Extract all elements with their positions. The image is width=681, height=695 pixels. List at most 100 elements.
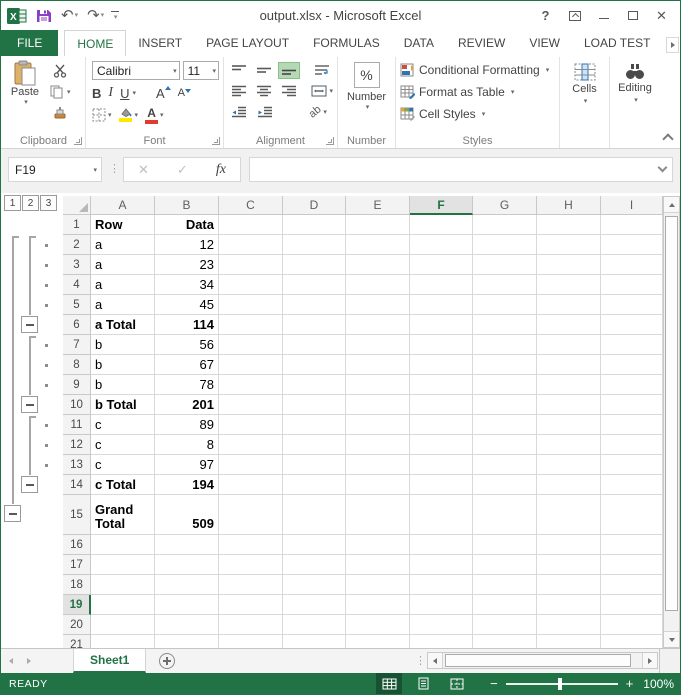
cell-G7[interactable] [473,335,537,355]
cell-F16[interactable] [410,535,473,555]
cell-F8[interactable] [410,355,473,375]
tab-load-test[interactable]: LOAD TEST [572,30,662,56]
cell-H6[interactable] [537,315,601,335]
cell-H2[interactable] [537,235,601,255]
cell-G19[interactable] [473,595,537,615]
scroll-right-button[interactable] [642,653,657,668]
sheet-tab-active[interactable]: Sheet1 [73,649,146,673]
cell-D9[interactable] [283,375,346,395]
cell-B18[interactable] [155,575,219,595]
cell-D16[interactable] [283,535,346,555]
cell-I4[interactable] [601,275,663,295]
alignment-dialog-launcher[interactable] [326,137,334,145]
row-header-13[interactable]: 13 [63,455,91,475]
cell-B7[interactable]: 56 [155,335,219,355]
cell-B9[interactable]: 78 [155,375,219,395]
cell-G2[interactable] [473,235,537,255]
format-painter-button[interactable] [50,104,71,122]
select-all-corner[interactable] [63,196,91,215]
cell-E7[interactable] [346,335,410,355]
cell-H11[interactable] [537,415,601,435]
cell-D21[interactable] [283,635,346,648]
cell-A18[interactable] [91,575,155,595]
ribbon-display-options-button[interactable] [560,1,589,30]
cell-E9[interactable] [346,375,410,395]
cell-G1[interactable] [473,215,537,235]
cell-F9[interactable] [410,375,473,395]
cell-I13[interactable] [601,455,663,475]
cell-G8[interactable] [473,355,537,375]
copy-button[interactable]: ▾ [50,83,71,101]
cell-I16[interactable] [601,535,663,555]
cell-I17[interactable] [601,555,663,575]
borders-button[interactable]: ▾ [92,108,112,122]
shrink-font-button[interactable]: A [178,87,191,99]
cell-C14[interactable] [219,475,283,495]
cell-I21[interactable] [601,635,663,648]
cell-G4[interactable] [473,275,537,295]
cell-H19[interactable] [537,595,601,615]
cell-F2[interactable] [410,235,473,255]
collapse-group-button-row-14[interactable] [21,476,38,493]
row-header-6[interactable]: 6 [63,315,91,335]
column-header-I[interactable]: I [601,196,663,215]
cell-H15[interactable] [537,495,601,535]
cell-A5[interactable]: a [91,295,155,315]
zoom-slider[interactable] [506,683,618,685]
merge-center-button[interactable]: ▾ [311,83,333,100]
row-header-14[interactable]: 14 [63,475,91,495]
cell-A2[interactable]: a [91,235,155,255]
cell-I19[interactable] [601,595,663,615]
cell-C11[interactable] [219,415,283,435]
editing-dropdown-icon[interactable]: ▾ [634,96,638,104]
cell-A7[interactable]: b [91,335,155,355]
cell-H1[interactable] [537,215,601,235]
wrap-text-button[interactable] [312,62,333,79]
cell-E6[interactable] [346,315,410,335]
cell-D15[interactable] [283,495,346,535]
cell-D2[interactable] [283,235,346,255]
underline-button[interactable]: U [120,86,129,101]
cell-B2[interactable]: 12 [155,235,219,255]
editing-button[interactable] [625,63,645,80]
cell-D19[interactable] [283,595,346,615]
cell-E21[interactable] [346,635,410,648]
prev-sheet-button[interactable] [9,658,13,664]
formula-input[interactable] [249,157,673,182]
cell-A14[interactable]: c Total [91,475,155,495]
cell-H12[interactable] [537,435,601,455]
cell-I6[interactable] [601,315,663,335]
cell-B16[interactable] [155,535,219,555]
collapse-group-button-row-10[interactable] [21,396,38,413]
cell-H8[interactable] [537,355,601,375]
cell-A17[interactable] [91,555,155,575]
cell-F15[interactable] [410,495,473,535]
vertical-scroll-thumb[interactable] [665,216,678,611]
next-sheet-button[interactable] [27,658,31,664]
row-header-19[interactable]: 19 [63,595,91,615]
paste-button[interactable]: Paste ▾ [6,60,44,133]
cell-H18[interactable] [537,575,601,595]
number-format-button[interactable]: % [354,62,380,88]
cell-E11[interactable] [346,415,410,435]
cell-B19[interactable] [155,595,219,615]
vertical-scrollbar[interactable] [663,196,680,648]
cell-F20[interactable] [410,615,473,635]
cell-H14[interactable] [537,475,601,495]
underline-dropdown-icon[interactable]: ▾ [132,89,136,97]
cell-E8[interactable] [346,355,410,375]
name-box[interactable]: F19 ▾ [8,157,102,182]
cell-A13[interactable]: c [91,455,155,475]
format-as-table-button[interactable]: Format as Table ▾ [400,83,555,101]
cell-B1[interactable]: Data [155,215,219,235]
tab-bar-separator[interactable]: ⋮ [415,654,426,667]
cell-I5[interactable] [601,295,663,315]
cell-B21[interactable] [155,635,219,648]
row-header-3[interactable]: 3 [63,255,91,275]
maximize-button[interactable] [618,1,647,30]
cell-A4[interactable]: a [91,275,155,295]
new-sheet-button[interactable] [159,653,175,669]
cell-G18[interactable] [473,575,537,595]
cell-H16[interactable] [537,535,601,555]
cell-F21[interactable] [410,635,473,648]
